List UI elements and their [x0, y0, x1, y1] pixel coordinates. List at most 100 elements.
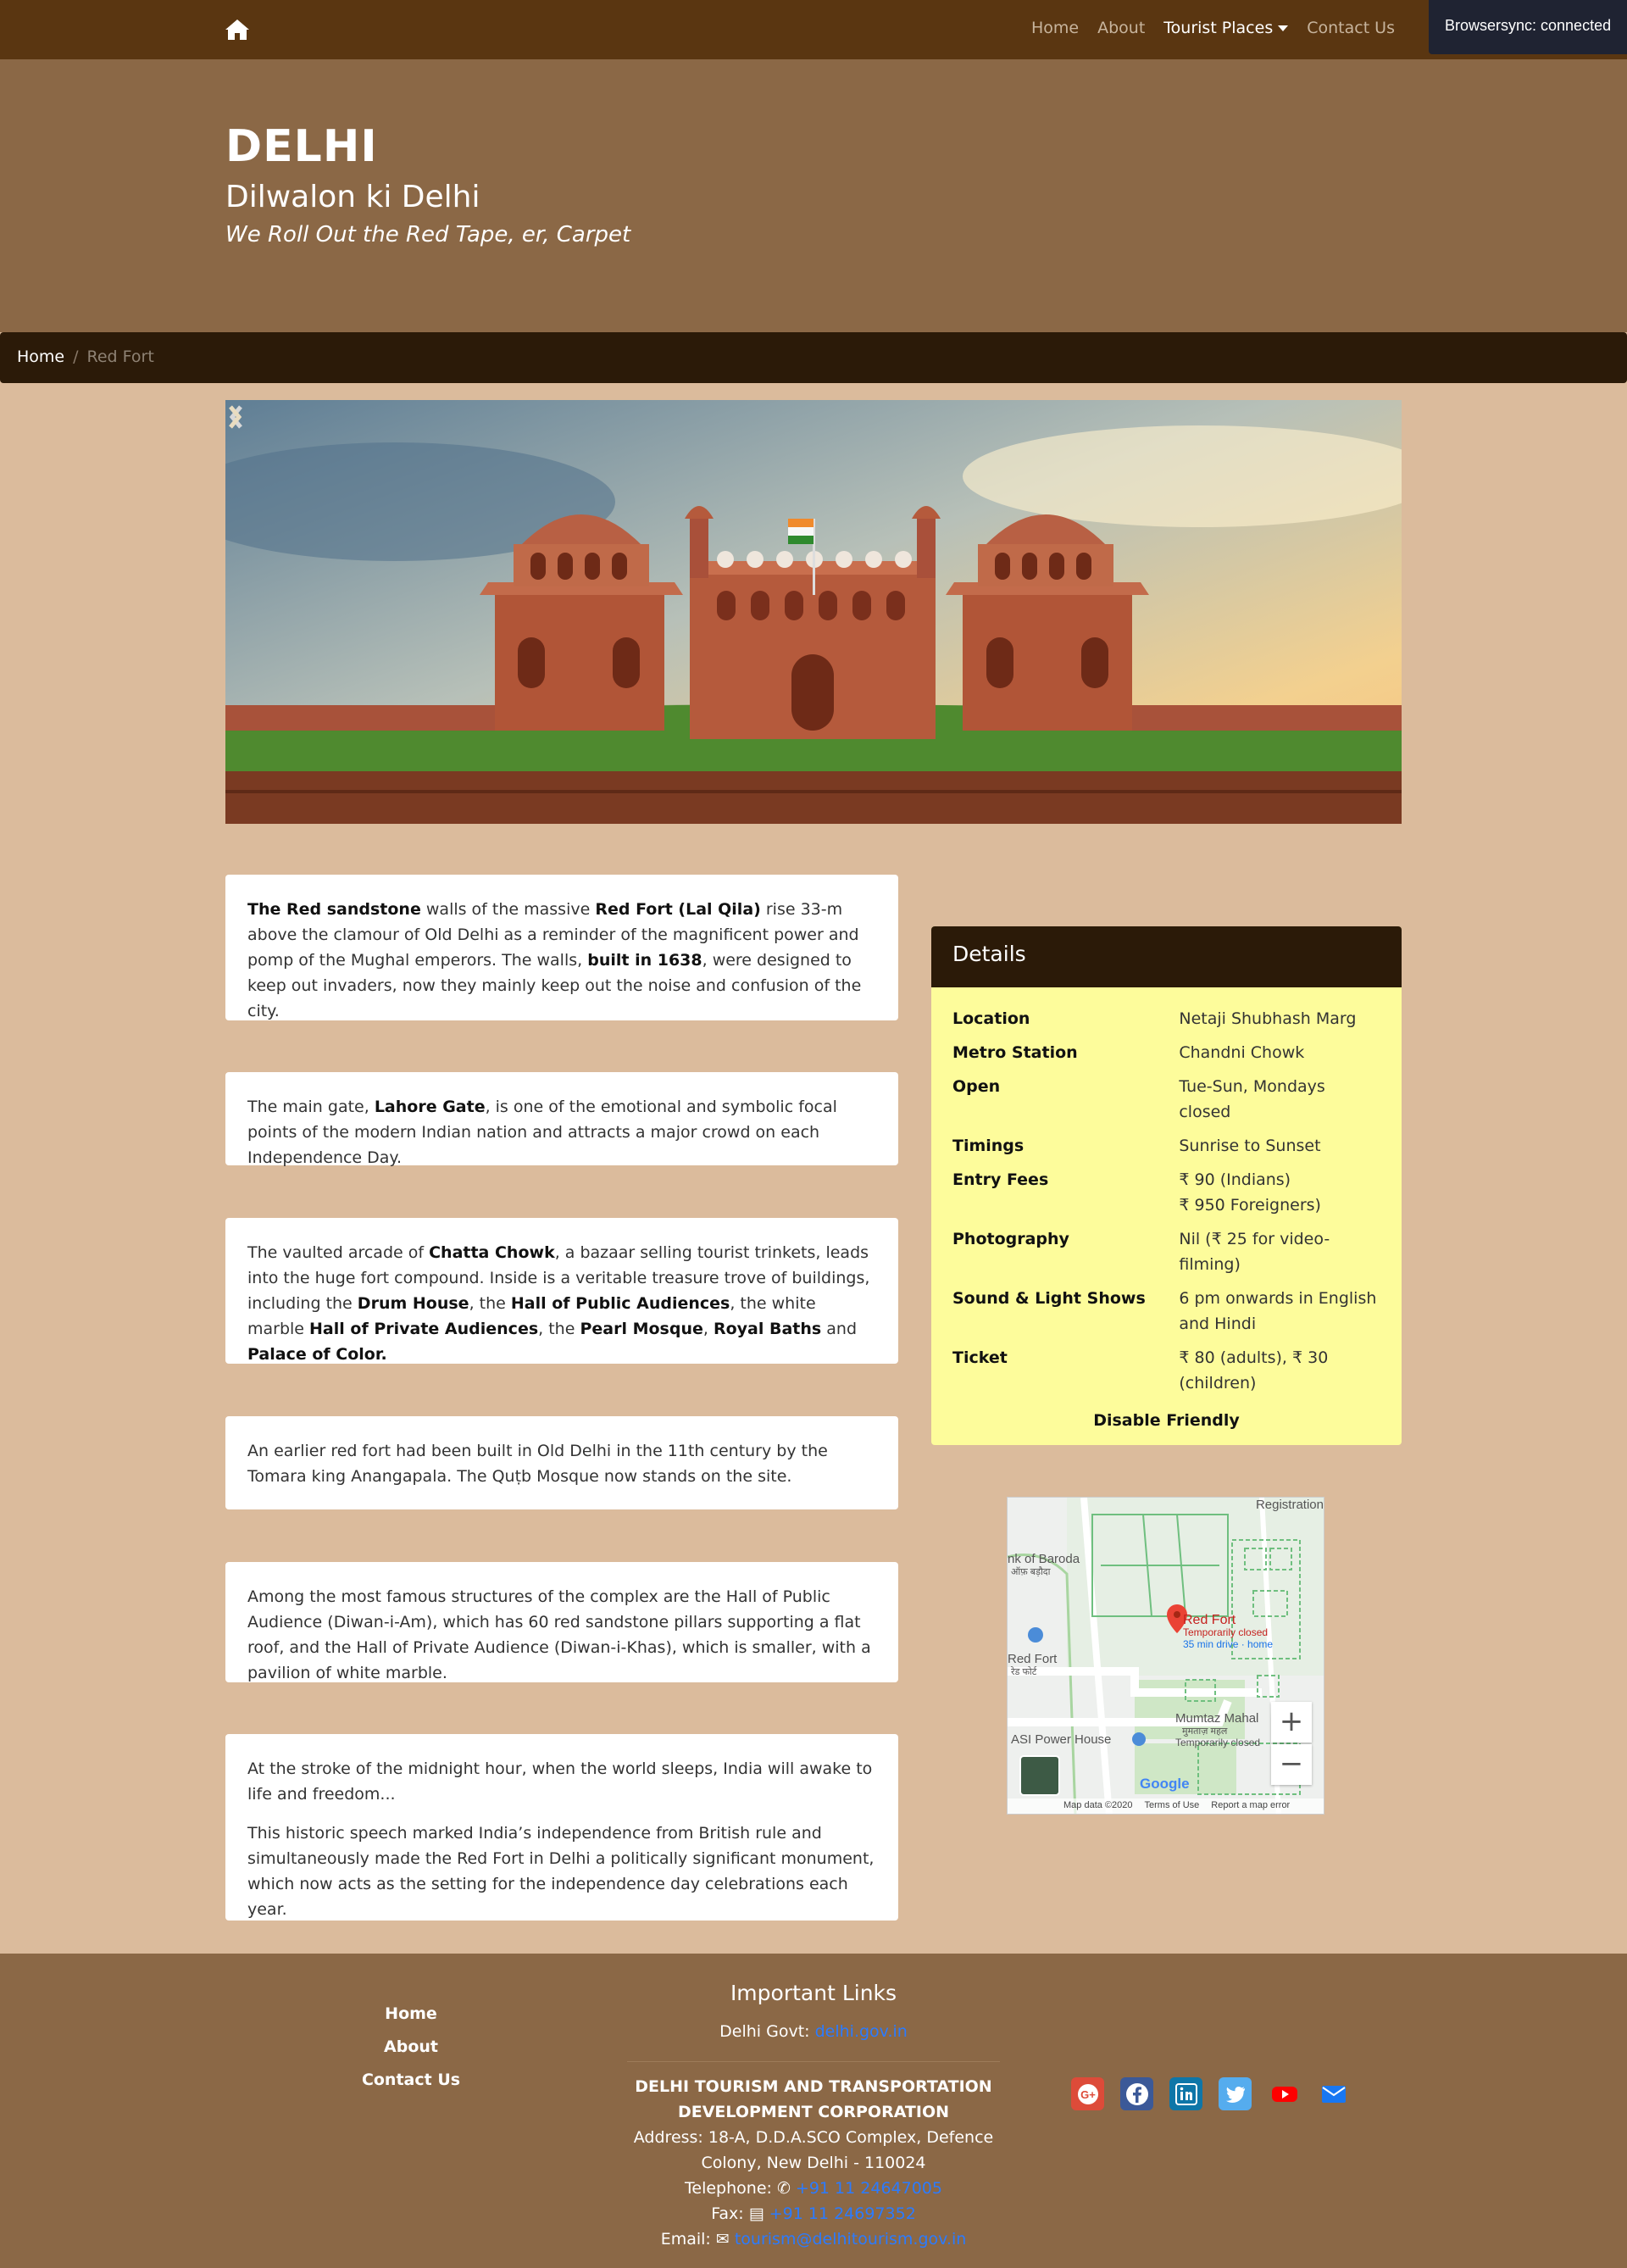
map-label-red-fort: Red Fort	[1008, 1652, 1058, 1666]
footer-link-about[interactable]: About	[326, 2037, 496, 2056]
footer-link-contact-us[interactable]: Contact Us	[326, 2071, 496, 2089]
info-card-4: An earlier red fort had been built in Ol…	[225, 1416, 898, 1509]
emphasis-text: The Red sandstone	[247, 900, 421, 919]
hero-tagline: We Roll Out the Red Tape, er, Carpet	[225, 222, 631, 247]
card-paragraph: The main gate, Lahore Gate, is one of th…	[247, 1094, 876, 1170]
details-value: Tue-Sun, Mondays closed	[1179, 1077, 1325, 1121]
breadcrumb: Home / Red Fort	[0, 332, 1627, 383]
govt-label: Delhi Govt:	[719, 2022, 815, 2041]
map-label-mumtaz-mahal: Mumtaz Mahal	[1175, 1711, 1259, 1726]
map-report-link[interactable]: Report a map error	[1211, 1800, 1290, 1810]
details-label: Timings	[952, 1137, 1025, 1155]
details-label: Sound & Light Shows	[952, 1289, 1146, 1308]
details-body: Location Netaji Shubhash Marg Metro Stati…	[931, 987, 1402, 1430]
chevron-down-icon	[1278, 25, 1289, 31]
footer-divider	[627, 2061, 1000, 2062]
chevron-right-icon[interactable]	[225, 400, 246, 434]
details-row: Open Tue-Sun, Mondays closed	[952, 1074, 1380, 1125]
map-terms-link[interactable]: Terms of Use	[1145, 1800, 1200, 1810]
emphasis-text: Pearl Mosque	[580, 1320, 703, 1338]
map-label-red-fort-hindi: रेड फोर्ट	[1011, 1667, 1037, 1677]
important-links-title: Important Links	[730, 1981, 897, 2005]
social-icons: G+	[1071, 2077, 1350, 2110]
details-value: Chandni Chowk	[1179, 1043, 1305, 1062]
email-icon[interactable]	[1317, 2077, 1350, 2110]
details-row: Sound & Light Shows 6 pm onwards in Engli…	[952, 1286, 1380, 1337]
twitter-icon[interactable]	[1219, 2077, 1252, 2110]
telephone-line: Telephone: ✆ +91 11 24647005	[627, 2176, 1000, 2201]
nav-contact-us[interactable]: Contact Us	[1307, 19, 1395, 37]
map-zoom-out-button[interactable]: −	[1271, 1744, 1312, 1785]
body-text: The vaulted arcade of	[247, 1243, 430, 1262]
map-label-mumtaz-closed: Temporarily closed	[1175, 1737, 1261, 1748]
emphasis-text: Royal Baths	[713, 1320, 822, 1338]
map-label-temporarily-closed: Temporarily closed	[1183, 1626, 1269, 1638]
emphasis-text: Hall of Public Audiences	[510, 1294, 730, 1313]
card-paragraph: Among the most famous structures of the …	[247, 1584, 876, 1686]
carousel	[225, 400, 1402, 824]
footer-link-home[interactable]: Home	[326, 2004, 496, 2023]
facebook-icon[interactable]	[1120, 2077, 1153, 2110]
govt-link-line: Delhi Govt: delhi.gov.in	[627, 2019, 1000, 2044]
body-text: ,	[702, 1320, 714, 1338]
quote-paragraph: At the stroke of the midnight hour, when…	[247, 1759, 873, 1804]
details-row: Photography Nil (₹ 25 for video-filming)	[952, 1226, 1380, 1277]
body-text: Among the most famous structures of the …	[247, 1587, 871, 1682]
org-name: DELHI TOURISM AND TRANSPORTATION DEVELOP…	[635, 2077, 992, 2121]
details-value: Netaji Shubhash Marg	[1179, 1009, 1357, 1028]
nav-tourist-places-label: Tourist Places	[1163, 19, 1274, 37]
map-zoom-in-button[interactable]: +	[1271, 1702, 1312, 1743]
telephone-link[interactable]: +91 11 24647005	[796, 2179, 942, 2198]
details-label: Open	[952, 1077, 1001, 1096]
breadcrumb-home[interactable]: Home	[17, 347, 64, 366]
hero-title: DELHI	[225, 121, 378, 172]
browsersync-badge: Browsersync: connected	[1429, 0, 1627, 54]
body-text: An earlier red fort had been built in Ol…	[247, 1442, 828, 1486]
map-embed[interactable]: Registration nk of Baroda ऑफ़ बड़ौदा Red…	[1007, 1497, 1324, 1815]
map-label-bank: nk of Baroda	[1008, 1552, 1080, 1566]
map-label-drive-time: 35 min drive · home	[1183, 1638, 1274, 1650]
details-value: 6 pm onwards in English and Hindi	[1179, 1289, 1377, 1333]
emphasis-text: Lahore Gate	[374, 1098, 486, 1116]
nav-links: Home About Tourist Places Contact Us	[1031, 19, 1395, 37]
youtube-icon[interactable]	[1268, 2077, 1301, 2110]
map-label-registration: Registration	[1255, 1498, 1324, 1512]
nav-tourist-places[interactable]: Tourist Places	[1163, 19, 1289, 37]
map-label-bank-hindi: ऑफ़ बड़ौदा	[1011, 1567, 1051, 1577]
card-paragraph: The Red sandstone walls of the massive R…	[247, 897, 876, 1024]
home-icon[interactable]	[225, 19, 250, 41]
envelope-icon: ✉	[715, 2230, 735, 2249]
hero-subtitle: Dilwalon ki Delhi	[225, 180, 480, 214]
body-text: , the	[469, 1294, 511, 1313]
fax-label: Fax:	[711, 2204, 749, 2223]
details-label: Entry Fees	[952, 1170, 1049, 1189]
emphasis-text: Drum House	[357, 1294, 469, 1313]
details-row: Entry Fees ₹ 90 (Indians) ₹ 950 Foreigner…	[952, 1167, 1380, 1218]
nav-home[interactable]: Home	[1031, 19, 1079, 37]
map-data-text: Map data ©2020	[1063, 1800, 1133, 1810]
details-panel: Details Location Netaji Shubhash Marg Met…	[931, 926, 1402, 1445]
nav-about[interactable]: About	[1097, 19, 1145, 37]
email-line: Email: ✉ tourism@delhitourism.gov.in	[627, 2226, 1000, 2252]
emphasis-text: Chatta Chowk	[429, 1243, 555, 1262]
address: Address: 18-A, D.D.A.SCO Complex, Defenc…	[633, 2128, 994, 2172]
govt-link[interactable]: delhi.gov.in	[815, 2022, 908, 2041]
google-plus-icon[interactable]: G+	[1071, 2077, 1104, 2110]
email-label: Email:	[660, 2230, 716, 2249]
card-paragraph: The vaulted arcade of Chatta Chowk, a ba…	[247, 1240, 876, 1367]
red-fort-image	[225, 400, 1402, 824]
telephone-label: Telephone:	[685, 2179, 777, 2198]
emphasis-text: Red Fort (Lal Qila)	[595, 900, 761, 919]
fax-link[interactable]: +91 11 24697352	[769, 2204, 916, 2223]
card-paragraph: An earlier red fort had been built in Ol…	[247, 1438, 876, 1489]
disable-friendly-label: Disable Friendly	[1093, 1411, 1240, 1430]
emphasis-text: built in 1638	[587, 951, 702, 970]
footer-contact: Important Links Delhi Govt: delhi.gov.in…	[627, 1981, 1000, 2252]
details-label: Ticket	[952, 1348, 1008, 1367]
footer: Home About Contact Us Important Links De…	[0, 1954, 1627, 2268]
body-text: The main gate,	[247, 1098, 375, 1116]
email-link[interactable]: tourism@delhitourism.gov.in	[735, 2230, 966, 2249]
history-paragraph: This historic speech marked India’s inde…	[247, 1824, 875, 1919]
linkedin-icon[interactable]	[1169, 2077, 1202, 2110]
svg-text:G+: G+	[1080, 2088, 1096, 2101]
